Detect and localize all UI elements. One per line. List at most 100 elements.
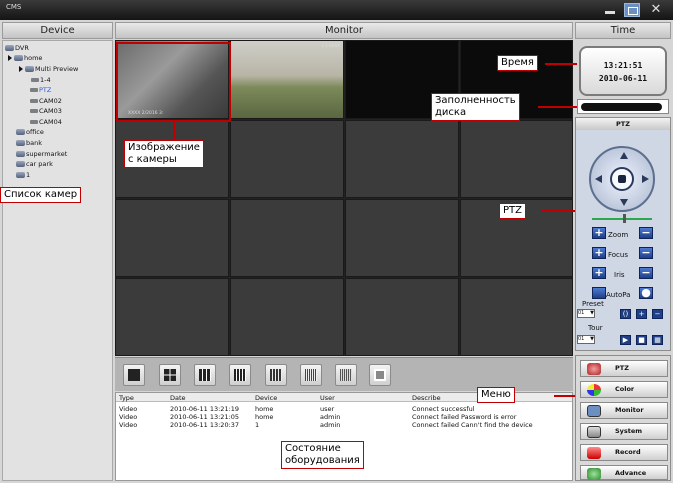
expand-arrow-icon[interactable] (19, 66, 23, 72)
callout-disk: Заполненность диска (431, 93, 520, 121)
clock-date: 2010-06-11 (598, 74, 648, 83)
menu-ptz-button[interactable]: PTZ (580, 360, 668, 377)
close-button[interactable]: ✕ (648, 3, 664, 17)
layout-36-button[interactable] (300, 364, 322, 386)
layout-25-button[interactable] (265, 364, 287, 386)
arrow-left-icon[interactable] (595, 175, 602, 183)
tree-item-cam03[interactable]: CAM03 (30, 107, 62, 115)
ptz-speed-slider[interactable] (592, 214, 652, 223)
layout-16-button[interactable] (229, 364, 251, 386)
preset-select[interactable]: 01 (577, 309, 595, 318)
tour-grid-button[interactable]: ▦ (652, 335, 663, 345)
clock-time: 13:21:51 (603, 61, 643, 70)
zoom-in-button[interactable]: + (592, 227, 606, 239)
video-tile-2[interactable]: 1-1 XXXX (230, 40, 344, 119)
callout-menu: Меню (477, 387, 515, 403)
video-tile-15[interactable] (345, 278, 459, 356)
preset-goto-button[interactable]: () (620, 309, 631, 319)
video-tile-14[interactable] (230, 278, 344, 356)
zoom-label: Zoom (608, 231, 629, 239)
auto-pan-button[interactable] (592, 287, 606, 299)
computer-icon (5, 45, 14, 51)
preset-remove-button[interactable]: − (652, 309, 663, 319)
menu-advance-button[interactable]: Advance (580, 465, 668, 480)
tree-item-cam02[interactable]: CAM02 (30, 97, 62, 105)
tour-stop-button[interactable]: ■ (636, 335, 647, 345)
video-tile-13[interactable] (115, 278, 229, 356)
menu-record-button[interactable]: Record (580, 444, 668, 461)
arrow-down-icon[interactable] (620, 199, 628, 206)
layout-64-button[interactable] (335, 364, 357, 386)
iris-label: Iris (614, 271, 625, 279)
tree-item-home[interactable]: home (8, 54, 42, 62)
fullscreen-button[interactable] (369, 364, 391, 386)
zoom-out-button[interactable]: − (639, 227, 653, 239)
color-wheel-icon (587, 384, 601, 396)
tree-item-cam04[interactable]: CAM04 (30, 118, 62, 126)
video-tile-7[interactable] (345, 120, 459, 198)
device-header: Device (2, 22, 113, 39)
layout-6x6-icon (305, 369, 317, 381)
iris-open-button[interactable]: + (592, 267, 606, 279)
tree-item-car-park[interactable]: car park (16, 160, 53, 168)
video-tile-6[interactable] (230, 120, 344, 198)
video-tile-16[interactable] (460, 278, 573, 356)
ptz-direction-pad[interactable] (589, 146, 655, 212)
tree-item-supermarket[interactable]: supermarket (16, 150, 67, 158)
auto-pan-stop-button[interactable]: ● (639, 287, 653, 299)
callout-ptz: PTZ (499, 203, 526, 219)
iris-close-button[interactable]: − (639, 267, 653, 279)
layout-1-button[interactable] (123, 364, 145, 386)
menu-color-button[interactable]: Color (580, 381, 668, 398)
menu-system-button[interactable]: System (580, 423, 668, 440)
callout-time: Время (497, 55, 538, 71)
tree-item-1[interactable]: 1 (16, 171, 30, 179)
device-tree: DVR home Multi Preview 1-4 PTZ CAM02 CAM… (2, 40, 113, 481)
window-title: CMS (6, 3, 22, 11)
tour-select[interactable]: 01 (577, 335, 595, 344)
title-bar: CMS ✕ (0, 0, 673, 20)
expand-arrow-icon[interactable] (8, 55, 12, 61)
tour-play-button[interactable]: ▶ (620, 335, 631, 345)
layout-4x4-icon (234, 369, 246, 381)
slider-handle[interactable] (623, 214, 626, 223)
table-row[interactable]: Video 2010-06-11 13:21:19 home user Conn… (116, 404, 572, 413)
layout-8x8-icon (340, 369, 352, 381)
layout-5x5-icon (270, 369, 282, 381)
layout-4-button[interactable] (159, 364, 181, 386)
advance-arrow-icon (587, 468, 601, 480)
arrow-right-icon[interactable] (642, 175, 649, 183)
tree-item-office[interactable]: office (16, 128, 44, 136)
focus-far-button[interactable]: − (639, 247, 653, 259)
restore-button[interactable] (624, 3, 640, 17)
table-row[interactable]: Video 2010-06-11 13:21:05 home admin Con… (116, 412, 572, 421)
video-tile-10[interactable] (230, 199, 344, 277)
log-column-header: Describe (412, 394, 441, 402)
video-tile-11[interactable] (345, 199, 459, 277)
stop-icon[interactable] (610, 167, 634, 191)
focus-near-button[interactable]: + (592, 247, 606, 259)
dvr-group-icon (16, 172, 25, 178)
tour-label: Tour (588, 324, 603, 332)
video-tile-8[interactable] (460, 120, 573, 198)
table-row[interactable]: Video 2010-06-11 13:20:37 1 admin Connec… (116, 420, 572, 429)
ptz-panel-title: PTZ (576, 118, 670, 130)
tree-item-multi-preview[interactable]: Multi Preview (19, 65, 78, 73)
menu-monitor-button[interactable]: Monitor (580, 402, 668, 419)
autopan-label: AutoPa (606, 291, 631, 299)
arrow-up-icon[interactable] (620, 152, 628, 159)
log-column-header: Device (255, 394, 278, 402)
camera-icon (31, 78, 39, 82)
disk-usage-fill (581, 103, 663, 111)
preset-add-button[interactable]: + (636, 309, 647, 319)
tree-item-1-4[interactable]: 1-4 (31, 76, 51, 84)
dvr-group-icon (16, 129, 25, 135)
camera-icon (30, 109, 38, 113)
tree-item-bank[interactable]: bank (16, 139, 42, 147)
layout-9-button[interactable] (194, 364, 216, 386)
dvr-group-icon (16, 151, 25, 157)
tree-item-ptz[interactable]: PTZ (30, 86, 51, 94)
minimize-button[interactable] (602, 3, 618, 17)
tree-item-dvr[interactable]: DVR (5, 44, 29, 52)
video-tile-9[interactable] (115, 199, 229, 277)
